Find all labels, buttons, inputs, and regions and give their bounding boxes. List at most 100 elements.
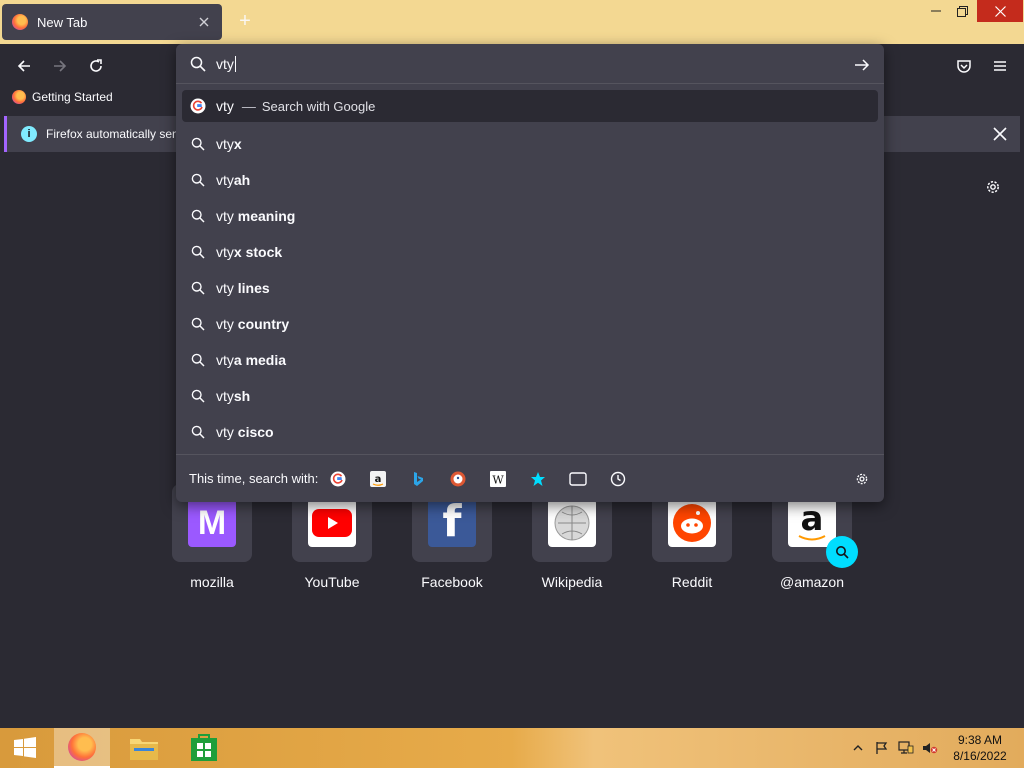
suggestion-completion: sh xyxy=(233,388,251,404)
pocket-button[interactable] xyxy=(950,52,978,80)
search-icon xyxy=(190,172,206,188)
suggestion-item[interactable]: vty sh xyxy=(182,378,878,414)
one-off-google[interactable] xyxy=(318,469,358,489)
new-tab-button[interactable]: + xyxy=(234,10,256,32)
personalize-button[interactable] xyxy=(982,176,1004,198)
youtube-play-icon xyxy=(312,509,352,537)
duckduckgo-icon xyxy=(450,471,466,486)
history-icon xyxy=(611,471,626,486)
suggestion-typed: vty xyxy=(216,172,234,188)
taskbar-firefox[interactable] xyxy=(54,728,110,768)
title-bar: New Tab + xyxy=(0,0,1024,44)
one-off-tabs[interactable] xyxy=(558,469,598,489)
search-icon xyxy=(836,546,849,559)
flag-icon xyxy=(876,742,888,754)
suggestion-completion: x stock xyxy=(233,244,283,260)
gear-icon xyxy=(856,473,868,485)
taskbar-file-explorer[interactable] xyxy=(116,728,172,768)
clock-date: 8/16/2022 xyxy=(953,749,1007,763)
search-icon xyxy=(190,424,206,440)
forward-arrow-icon xyxy=(54,60,67,72)
amazon-icon: a xyxy=(788,499,836,547)
one-off-bookmarks[interactable] xyxy=(518,469,558,489)
suggestion-typed: vty xyxy=(216,352,234,368)
bookmark-label: Getting Started xyxy=(32,90,113,104)
suggestion-typed: vty xyxy=(216,208,234,224)
suggestion-action: Search with Google xyxy=(261,98,376,114)
search-icon xyxy=(190,352,206,368)
suggestion-item[interactable]: vty meaning xyxy=(182,198,878,234)
suggestion-completion: meaning xyxy=(233,208,296,224)
tile-label: mozilla xyxy=(190,574,234,590)
svg-text:a: a xyxy=(375,474,382,485)
search-settings-button[interactable] xyxy=(852,469,872,489)
notification-close-button[interactable] xyxy=(990,124,1010,144)
info-icon: i xyxy=(21,126,37,142)
one-off-duckduckgo[interactable] xyxy=(438,469,478,489)
reload-button[interactable] xyxy=(82,52,110,80)
one-off-wikipedia[interactable]: W xyxy=(478,469,518,489)
reddit-alien-icon xyxy=(673,504,711,542)
start-button[interactable] xyxy=(0,728,50,768)
minimize-icon xyxy=(931,10,941,12)
one-off-amazon[interactable]: a xyxy=(358,469,398,489)
suggestion-item[interactable]: vty x xyxy=(182,126,878,162)
search-icon xyxy=(190,316,206,332)
address-input[interactable]: vty xyxy=(216,55,236,72)
show-hidden-icons-button[interactable] xyxy=(850,728,866,768)
suggestion-item[interactable]: vty cisco xyxy=(182,414,878,450)
google-icon xyxy=(190,98,206,114)
store-icon xyxy=(191,734,217,761)
back-arrow-icon xyxy=(17,60,30,72)
search-icon xyxy=(190,136,206,152)
file-explorer-icon xyxy=(130,739,158,760)
clock-time: 9:38 AM xyxy=(957,733,1003,747)
forward-button[interactable] xyxy=(46,52,74,80)
text-caret xyxy=(234,55,236,72)
suggestion-item[interactable]: vty a media xyxy=(182,342,878,378)
tab-close-button[interactable] xyxy=(196,14,212,30)
one-off-search-bar: This time, search with: a W xyxy=(176,454,884,502)
suggestion-item[interactable]: vty lines xyxy=(182,270,878,306)
network-status[interactable] xyxy=(896,728,916,768)
firefox-icon xyxy=(68,733,96,761)
bookmark-getting-started[interactable]: Getting Started xyxy=(12,90,113,104)
tab-new-tab[interactable]: New Tab xyxy=(2,4,222,40)
suggestion-item[interactable]: vty country xyxy=(182,306,878,342)
tile-label: Reddit xyxy=(671,574,713,590)
system-clock[interactable]: 9:38 AM 8/16/2022 xyxy=(946,732,1014,764)
app-menu-button[interactable] xyxy=(986,52,1014,80)
address-bar[interactable]: vty xyxy=(176,44,884,84)
volume-muted[interactable] xyxy=(920,728,940,768)
one-off-history[interactable] xyxy=(598,469,638,489)
network-icon xyxy=(898,741,914,754)
facebook-icon: f xyxy=(428,496,476,547)
windows-taskbar: 9:38 AM 8/16/2022 xyxy=(0,728,1024,768)
action-center-flag[interactable] xyxy=(872,728,892,768)
reddit-icon xyxy=(668,499,716,547)
search-icon xyxy=(190,244,206,260)
window-close-button[interactable] xyxy=(977,0,1023,22)
suggestion-typed: vty xyxy=(216,280,234,296)
tile-label: YouTube xyxy=(304,574,360,590)
suggestion-completion: a media xyxy=(233,352,287,368)
suggestion-search-with-google[interactable]: vty — Search with Google xyxy=(182,90,878,122)
suggestion-list: vty — Search with Google vty x vty ah vty … xyxy=(182,90,878,450)
taskbar-store[interactable] xyxy=(176,728,232,768)
tab-title: New Tab xyxy=(37,14,88,30)
suggestion-completion: ah xyxy=(233,172,251,188)
search-icon xyxy=(190,388,206,404)
back-button[interactable] xyxy=(10,52,38,80)
one-off-bing[interactable] xyxy=(398,469,438,489)
firefox-icon xyxy=(12,14,28,30)
close-icon xyxy=(993,127,1007,141)
restore-button[interactable] xyxy=(947,0,977,22)
suggestion-item[interactable]: vty ah xyxy=(182,162,878,198)
go-button[interactable] xyxy=(852,55,872,75)
suggestion-completion: cisco xyxy=(233,424,274,440)
search-icon xyxy=(190,56,206,72)
google-icon xyxy=(330,471,346,486)
suggestion-item[interactable]: vty x stock xyxy=(182,234,878,270)
suggestion-completion: x xyxy=(233,136,242,152)
svg-text:W: W xyxy=(493,473,505,486)
